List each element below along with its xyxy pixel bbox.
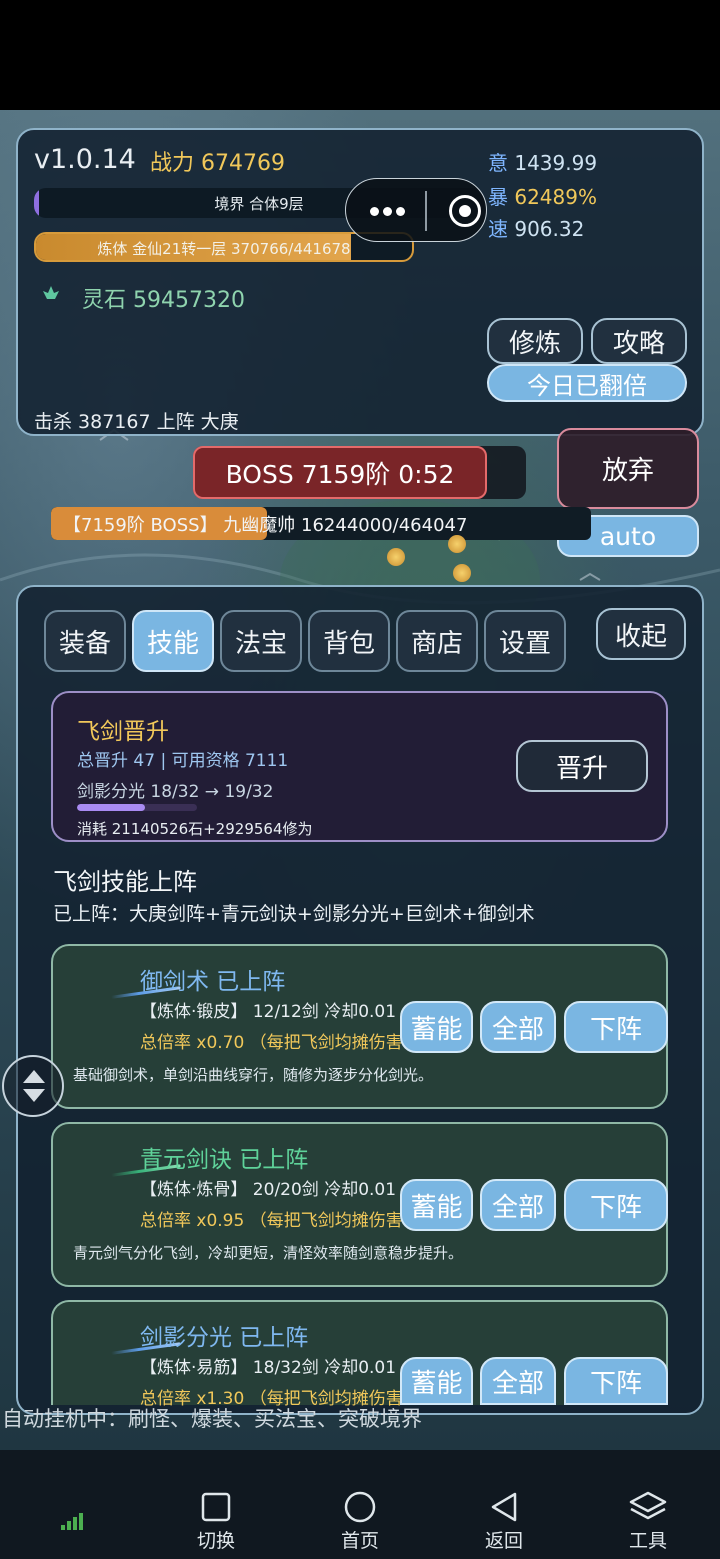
charge-button[interactable]: 蓄能 <box>400 1001 473 1053</box>
auto-status-text: 自动挂机中：刷怪、爆装、买法宝、突破境界 <box>2 1407 422 1431</box>
all-button[interactable]: 全部 <box>480 1001 556 1053</box>
tab-skills[interactable]: 技能 <box>132 610 214 672</box>
boss-timer-frame: BOSS 7159阶 0:52 <box>193 446 526 499</box>
tab-settings[interactable]: 设置 <box>484 610 566 672</box>
spirit-stones: 灵石 59457320 <box>82 288 245 313</box>
upgrade-summary: 总晋升 47 | 可用资格 7111 <box>77 751 289 771</box>
reward-orb <box>453 564 471 582</box>
skill-description: 基础御剑术，单剑沿曲线穿行，随修为逐步分化剑光。 <box>73 1066 434 1084</box>
upgrade-target: 剑影分光 18/32 → 19/32 <box>77 782 274 802</box>
give-up-button[interactable]: 放弃 <box>557 428 699 509</box>
stat-crit: 暴 62489% <box>488 185 597 209</box>
all-button[interactable]: 全部 <box>480 1179 556 1231</box>
square-icon <box>201 1492 231 1522</box>
arrow-up-icon <box>23 1070 45 1083</box>
boss-hp-bar: 【7159阶 BOSS】 九幽魔帅 16244000/464047 <box>51 507 591 540</box>
skill-name: 青元剑诀 已上阵 <box>140 1147 309 1173</box>
close-target-icon[interactable] <box>449 195 481 227</box>
miniapp-capsule[interactable] <box>345 178 487 242</box>
arrow-down-icon <box>23 1089 45 1102</box>
tab-treasure[interactable]: 法宝 <box>220 610 302 672</box>
status-bar-area <box>0 0 720 110</box>
boss-hp-label: 【7159阶 BOSS】 九幽魔帅 16244000/464047 <box>63 515 468 536</box>
combat-power: 战力 674769 <box>150 145 285 177</box>
boss-timer: BOSS 7159阶 0:52 <box>193 446 487 499</box>
daily-double-button[interactable]: 今日已翻倍 <box>487 364 687 402</box>
skill-tag: 【炼体·锻皮】 12/12剑 冷却0.01 <box>140 1002 397 1022</box>
all-button[interactable]: 全部 <box>480 1357 556 1405</box>
upgrade-progress-bar <box>77 804 197 811</box>
stat-speed: 速 906.32 <box>488 217 585 241</box>
guide-button[interactable]: 攻略 <box>591 318 687 364</box>
spirit-stone-icon <box>43 286 59 299</box>
nav-switch[interactable]: 切换 <box>171 1490 261 1552</box>
back-triangle-icon <box>491 1492 517 1522</box>
section-title: 飞剑技能上阵 <box>53 868 197 896</box>
unequip-button[interactable]: 下阵 <box>564 1001 668 1053</box>
upgrade-cost: 消耗 21140526石+2929564修为 <box>77 820 313 838</box>
skill-tag: 【炼体·易筋】 18/32剑 冷却0.01 <box>140 1358 397 1378</box>
body-cultivation-bar: 炼体 金仙21转一层 370766/441678 <box>34 232 414 262</box>
skill-description: 青元剑气分化飞剑，冷却更短，清怪效率随剑意稳步提升。 <box>73 1244 464 1262</box>
version-label: v1.0.14 <box>34 144 136 175</box>
nav-back[interactable]: 返回 <box>459 1490 549 1552</box>
app-screen: v1.0.14 战力 674769 意 1439.99 暴 62489% 速 9… <box>0 0 720 1559</box>
kills-summary: 击杀 387167 上阵 大庚 <box>34 411 239 433</box>
skill-tag: 【炼体·炼骨】 20/20剑 冷却0.01 <box>140 1180 397 1200</box>
layers-icon <box>629 1491 667 1520</box>
ascend-button[interactable]: 晋升 <box>516 740 648 792</box>
unequip-button[interactable]: 下阵 <box>564 1179 668 1231</box>
scroll-toggle-button[interactable] <box>2 1055 64 1117</box>
tab-equipment[interactable]: 装备 <box>44 610 126 672</box>
skill-name: 御剑术 已上阵 <box>140 969 286 995</box>
nav-home[interactable]: 首页 <box>315 1490 405 1552</box>
body-cultivation-label: 炼体 金仙21转一层 370766/441678 <box>97 240 351 258</box>
power-value: 674769 <box>201 151 285 176</box>
reward-orb <box>448 535 466 553</box>
skill-name: 剑影分光 已上阵 <box>140 1325 309 1351</box>
nav-tools[interactable]: 工具 <box>603 1490 693 1552</box>
charge-button[interactable]: 蓄能 <box>400 1179 473 1231</box>
circle-icon <box>344 1491 376 1523</box>
skill-rate: 总倍率 x0.95 （每把飞剑均摊伤害 <box>140 1211 403 1231</box>
charge-button[interactable]: 蓄能 <box>400 1357 473 1405</box>
skill-rate: 总倍率 x0.70 （每把飞剑均摊伤害 <box>140 1033 403 1053</box>
cultivate-button[interactable]: 修炼 <box>487 318 583 364</box>
unequip-button[interactable]: 下阵 <box>564 1357 668 1405</box>
equipped-skills: 已上阵：大庚剑阵+青元剑诀+剑影分光+巨剑术+御剑术 <box>53 903 535 925</box>
signal-icon <box>61 1512 83 1530</box>
collapse-button[interactable]: 收起 <box>596 608 686 660</box>
tab-backpack[interactable]: 背包 <box>308 610 390 672</box>
reward-orb <box>387 548 405 566</box>
upgrade-title: 飞剑晋升 <box>77 719 169 745</box>
stat-intent: 意 1439.99 <box>488 151 598 175</box>
tab-shop[interactable]: 商店 <box>396 610 478 672</box>
power-label: 战力 <box>150 151 195 176</box>
more-icon[interactable] <box>368 197 408 221</box>
